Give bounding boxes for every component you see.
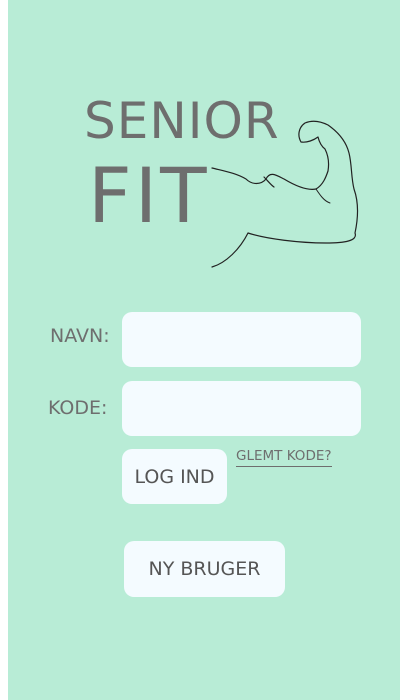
name-label: NAVN: (50, 325, 110, 347)
app-logo: SENIOR FIT (8, 0, 400, 280)
flexed-arm-icon (211, 120, 359, 268)
forgot-password-link[interactable]: GLEMT KODE? (236, 449, 332, 467)
name-input[interactable] (122, 312, 361, 367)
login-screen: SENIOR FIT NAVN: KODE: LOG IND GLEMT KOD… (8, 0, 400, 700)
new-user-button[interactable]: NY BRUGER (124, 541, 285, 597)
password-label: KODE: (48, 397, 108, 419)
password-input[interactable] (122, 381, 361, 436)
login-button[interactable]: LOG IND (122, 449, 227, 504)
logo-fit-text: FIT (88, 151, 210, 240)
